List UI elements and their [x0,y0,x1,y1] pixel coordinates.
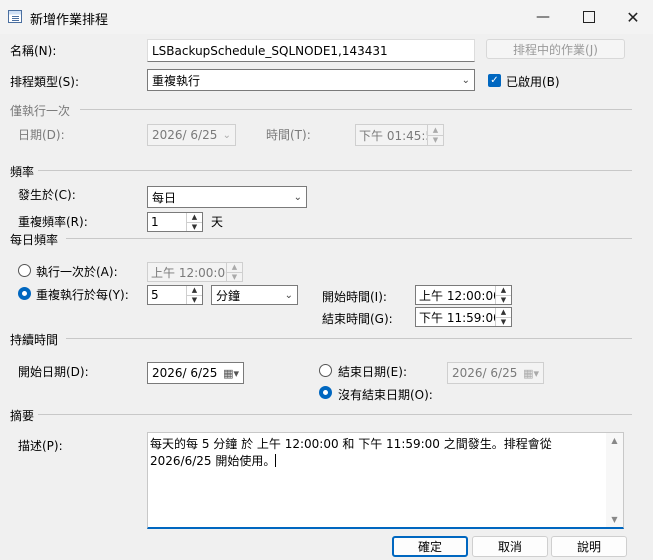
chevron-down-icon: ⌄ [222,129,231,141]
start-time-spinner[interactable]: 上午 12:00:00 ▲ ▼ [415,285,512,305]
daily-frequency-section-title: 每日頻率 [10,233,59,247]
occurs-every-unit-select[interactable]: 分鐘 ⌄ [211,285,298,305]
occurs-value: 每日 [152,190,177,205]
close-icon[interactable]: ✕ [610,0,653,34]
spin-down-icon[interactable]: ▼ [496,316,511,327]
one-time-time-spinner[interactable]: 下午 01:45:50 ▲▼ [355,124,444,146]
no-end-date-label: 沒有結束日期(O): [338,388,433,402]
recurs-spinner[interactable]: 1 ▲ ▼ [147,212,203,232]
chevron-down-icon: ⌄ [461,74,470,86]
end-time-value: 下午 11:59:00 [419,310,495,325]
spin-down-icon[interactable]: ▼ [187,294,202,305]
start-date-value: 2026/ 6/25 [152,366,218,380]
one-time-time-value: 下午 01:45:50 [359,128,427,143]
occurs-every-spinner[interactable]: 5 ▲ ▼ [147,285,203,305]
duration-section-title: 持續時間 [10,333,59,347]
calendar-dropdown-icon[interactable]: ▦▾ [223,367,239,380]
section-divider [66,238,632,239]
one-time-time-label: 時間(T): [266,128,311,142]
one-time-date-picker[interactable]: 2026/ 6/25 ⌄ [147,124,236,146]
recurs-unit: 天 [211,215,224,229]
chevron-down-icon: ⌄ [293,191,302,203]
occurs-every-label: 重複執行於每(Y): [36,288,129,302]
scrollbar[interactable]: ▲ ▼ [606,433,623,527]
one-time-date-value: 2026/ 6/25 [152,128,218,142]
spin-down-icon[interactable]: ▼ [227,271,242,282]
occurs-label: 發生於(C): [18,188,76,202]
end-date-picker[interactable]: 2026/ 6/25 ▦▾ [447,362,544,384]
description-label: 描述(P): [18,439,63,453]
cancel-button[interactable]: 取消 [472,536,548,557]
description-text: 每天的每 5 分鐘 於 上午 12:00:00 和 下午 11:59:00 之間… [150,437,552,468]
schedule-type-select[interactable]: 重複執行 ⌄ [147,69,475,91]
name-input[interactable]: LSBackupSchedule_SQLNODE1,143431 [147,39,475,62]
jobs-in-schedule-button[interactable]: 排程中的作業(J) [486,39,625,59]
occurs-every-radio[interactable] [18,287,31,300]
scroll-down-icon[interactable]: ▼ [611,515,617,524]
once-at-time-value: 上午 12:00:00 [151,265,226,280]
end-date-label: 結束日期(E): [338,365,407,379]
occurs-every-value: 5 [151,288,159,302]
window-title: 新增作業排程 [30,13,109,28]
spin-down-icon[interactable]: ▼ [496,294,511,305]
help-button[interactable]: 說明 [551,536,627,557]
maximize-icon[interactable] [566,0,612,34]
once-at-time-spinner[interactable]: 上午 12:00:00 ▲ ▼ [147,262,243,282]
section-divider [38,414,632,415]
spin-up-icon[interactable]: ▲ [496,308,511,317]
spin-up-icon[interactable]: ▲ [227,263,242,272]
one-time-date-label: 日期(D): [18,128,65,142]
spin-down-icon[interactable]: ▼ [428,134,443,146]
end-time-spinner[interactable]: 下午 11:59:00 ▲ ▼ [415,307,512,327]
schedule-type-value: 重複執行 [152,73,201,88]
spin-up-icon[interactable]: ▲ [496,286,511,295]
spin-up-icon[interactable]: ▲ [187,286,202,295]
scroll-up-icon[interactable]: ▲ [611,436,617,445]
frequency-section-title: 頻率 [10,165,35,179]
spin-down-icon[interactable]: ▼ [187,221,202,232]
section-divider [38,170,632,171]
minimize-icon[interactable]: — [520,0,566,34]
calendar-dropdown-icon[interactable]: ▦▾ [523,367,539,380]
recurs-label: 重複頻率(R): [18,215,88,229]
spin-up-icon[interactable]: ▲ [187,213,202,222]
occurs-select[interactable]: 每日 ⌄ [147,186,307,208]
no-end-date-radio[interactable] [319,386,332,399]
end-date-value: 2026/ 6/25 [452,366,518,380]
end-date-radio[interactable] [319,364,332,377]
once-at-radio[interactable] [18,264,31,277]
occurs-every-unit-value: 分鐘 [216,288,241,303]
start-date-picker[interactable]: 2026/ 6/25 ▦▾ [147,362,244,384]
ok-button[interactable]: 確定 [392,536,468,557]
one-time-section-title: 僅執行一次 [10,104,71,118]
enabled-checkbox[interactable]: ✓ [488,74,501,87]
name-label: 名稱(N): [10,44,57,58]
summary-section-title: 摘要 [10,409,35,423]
start-time-label: 開始時間(I): [322,290,387,304]
start-date-label: 開始日期(D): [18,365,89,379]
section-divider [80,109,632,110]
schedule-type-label: 排程類型(S): [10,75,80,89]
section-divider [66,338,632,339]
enabled-label: 已啟用(B) [506,75,560,89]
schedule-icon [8,10,22,23]
chevron-down-icon: ⌄ [284,289,293,301]
spin-up-icon[interactable]: ▲ [428,125,443,135]
text-caret [275,454,277,467]
end-time-label: 結束時間(G): [322,312,393,326]
recurs-value: 1 [151,215,159,229]
start-time-value: 上午 12:00:00 [419,288,495,303]
once-at-label: 執行一次於(A): [36,265,118,279]
